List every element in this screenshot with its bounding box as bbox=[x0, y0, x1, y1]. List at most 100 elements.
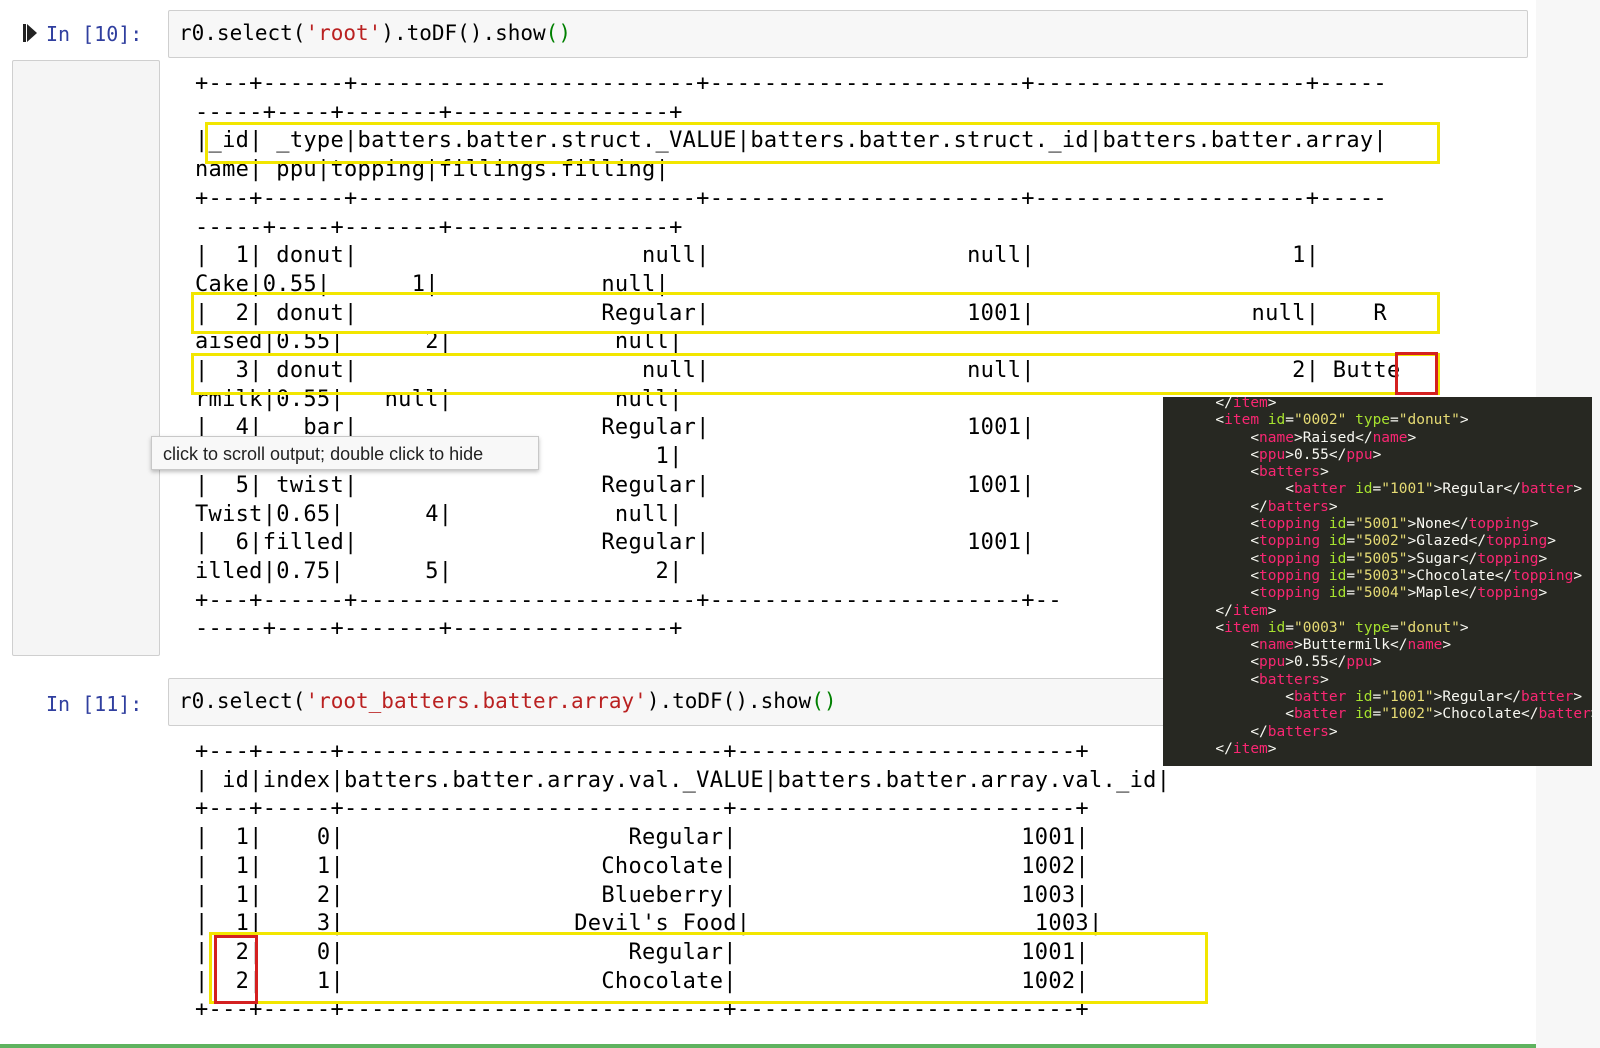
xml-token: </ bbox=[1503, 689, 1521, 706]
highlight-row-2 bbox=[191, 292, 1440, 334]
xml-token: < bbox=[1250, 533, 1260, 550]
xml-indent bbox=[1163, 397, 1215, 411]
xml-token: > bbox=[1547, 533, 1556, 550]
xml-line: <item id="0002" type="donut"> bbox=[1163, 412, 1468, 429]
xml-token: > bbox=[1407, 533, 1417, 550]
xml-tag: name bbox=[1259, 429, 1294, 446]
xml-token: </ bbox=[1328, 654, 1347, 671]
xml-token: </ bbox=[1503, 481, 1521, 498]
xml-indent bbox=[1163, 568, 1250, 584]
xml-token: > bbox=[1573, 481, 1583, 498]
xml-line: <topping id="5005">Sugar</topping> bbox=[1163, 551, 1547, 567]
xml-token: </ bbox=[1459, 585, 1478, 602]
xml-token: </ bbox=[1355, 429, 1373, 446]
xml-token: > bbox=[1267, 397, 1277, 411]
xml-indent bbox=[1163, 551, 1250, 567]
xml-line: </batters> bbox=[1163, 498, 1337, 515]
xml-token: < bbox=[1250, 446, 1260, 463]
cell-prompt-10: In [10]: bbox=[46, 22, 143, 46]
xml-tag: batters bbox=[1267, 498, 1329, 515]
xml-token: </ bbox=[1250, 723, 1268, 740]
xml-tag: batter bbox=[1520, 481, 1574, 498]
xml-indent bbox=[1163, 533, 1250, 549]
xml-attr-name: id bbox=[1328, 567, 1347, 584]
xml-token: < bbox=[1285, 481, 1294, 498]
xml-text: Glazed bbox=[1416, 533, 1469, 550]
xml-text: Maple bbox=[1416, 585, 1460, 602]
xml-attr-value: "5002" bbox=[1355, 533, 1408, 550]
xml-line: <batters> bbox=[1163, 672, 1329, 688]
xml-tag: batter bbox=[1293, 706, 1347, 723]
xml-line: <topping id="5003">Chocolate</topping> bbox=[1163, 568, 1582, 584]
xml-token bbox=[1259, 412, 1268, 428]
xml-attr-name: id bbox=[1328, 585, 1347, 602]
code-text: r0.select( bbox=[179, 689, 306, 713]
xml-token: = bbox=[1372, 481, 1382, 498]
xml-token: < bbox=[1285, 689, 1294, 706]
xml-tag: batter bbox=[1293, 689, 1347, 706]
xml-indent bbox=[1163, 481, 1285, 497]
xml-token: > bbox=[1573, 567, 1583, 584]
xml-token bbox=[1346, 481, 1355, 497]
xml-token: > bbox=[1573, 689, 1583, 706]
xml-token: = bbox=[1285, 619, 1294, 636]
xml-text: Buttermilk bbox=[1302, 637, 1391, 654]
xml-indent bbox=[1163, 741, 1215, 757]
code-text: ).toDF().show bbox=[646, 689, 812, 713]
run-cell-icon[interactable] bbox=[23, 22, 37, 44]
output-scroll-gutter[interactable] bbox=[12, 60, 160, 656]
output-tooltip: click to scroll output; double click to … bbox=[151, 436, 539, 470]
xml-tag: ppu bbox=[1259, 446, 1286, 463]
xml-token bbox=[1320, 516, 1329, 532]
xml-line: <name>Buttermilk</name> bbox=[1163, 637, 1451, 653]
xml-tag: topping bbox=[1477, 585, 1539, 602]
xml-text: Chocolate bbox=[1442, 706, 1521, 723]
code-parens: () bbox=[545, 21, 571, 45]
xml-snippet-code: </item> <item id="0002" type="donut"> <n… bbox=[1163, 397, 1592, 758]
xml-line: <batter id="1002">Chocolate</batter> bbox=[1163, 706, 1592, 722]
xml-token: </ bbox=[1520, 706, 1539, 723]
xml-attr-value: "5004" bbox=[1355, 585, 1408, 602]
xml-token: < bbox=[1250, 637, 1260, 654]
xml-token bbox=[1346, 620, 1355, 636]
xml-token: = bbox=[1390, 619, 1399, 636]
xml-token: > bbox=[1591, 706, 1592, 722]
xml-token: = bbox=[1346, 533, 1356, 550]
code-input-cell-10[interactable]: r0.select('root').toDF().show() bbox=[168, 10, 1528, 58]
highlight-id-column bbox=[214, 935, 258, 1004]
xml-token bbox=[1320, 568, 1329, 584]
xml-token bbox=[1320, 585, 1329, 601]
xml-token: > bbox=[1320, 464, 1329, 481]
xml-token bbox=[1346, 706, 1355, 722]
xml-indent bbox=[1163, 654, 1250, 670]
xml-attr-name: id bbox=[1328, 516, 1347, 533]
xml-token: </ bbox=[1215, 397, 1233, 411]
xml-line: <name>Raised</name> bbox=[1163, 430, 1416, 446]
xml-token: > bbox=[1407, 585, 1417, 602]
xml-tag: topping bbox=[1512, 567, 1574, 584]
xml-token: > bbox=[1293, 429, 1303, 446]
xml-token: < bbox=[1215, 619, 1225, 636]
xml-attr-value: "donut" bbox=[1398, 412, 1460, 429]
highlight-header-row bbox=[205, 122, 1440, 164]
xml-token bbox=[1259, 620, 1268, 636]
xml-token: > bbox=[1328, 723, 1338, 740]
xml-tag: batter bbox=[1520, 689, 1574, 706]
xml-indent bbox=[1163, 585, 1250, 601]
xml-attr-value: "1001" bbox=[1381, 689, 1434, 706]
xml-token: > bbox=[1285, 654, 1294, 671]
xml-token: = bbox=[1285, 412, 1294, 429]
xml-tag: topping bbox=[1259, 550, 1321, 567]
xml-line: <batters> bbox=[1163, 464, 1329, 480]
xml-tag: name bbox=[1372, 429, 1408, 446]
xml-line: </item> bbox=[1163, 397, 1277, 411]
xml-token: < bbox=[1285, 706, 1294, 723]
xml-token: > bbox=[1267, 740, 1277, 757]
xml-attr-value: "0003" bbox=[1293, 619, 1347, 636]
xml-tag: item bbox=[1232, 397, 1268, 411]
xml-token: </ bbox=[1215, 740, 1233, 757]
xml-attr-value: "donut" bbox=[1398, 619, 1460, 636]
xml-text: 0.55 bbox=[1293, 654, 1329, 671]
xml-token: > bbox=[1442, 637, 1452, 654]
highlight-rows-id-2 bbox=[209, 932, 1208, 1004]
